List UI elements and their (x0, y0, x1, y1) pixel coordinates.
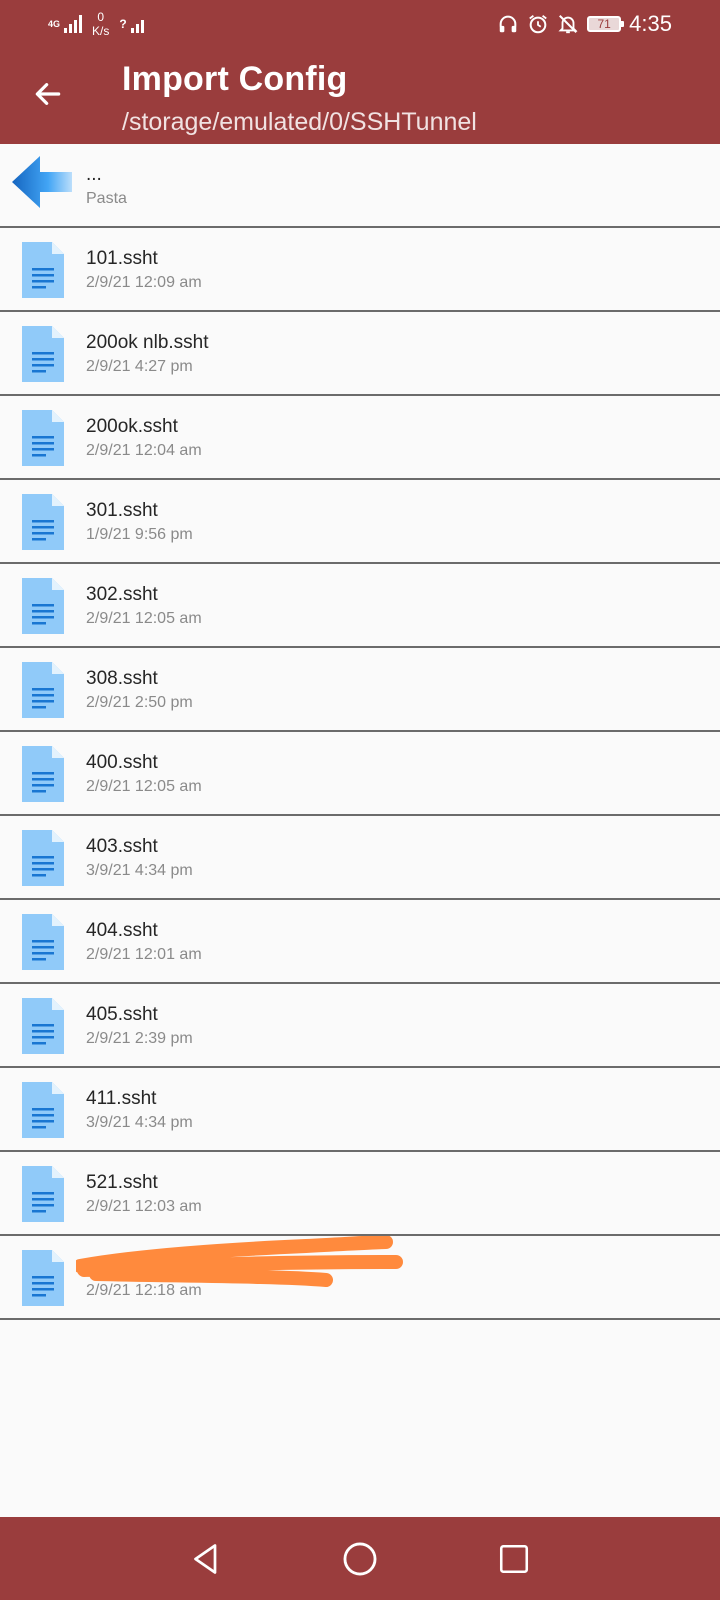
file-name: 200ok nlb.ssht (86, 332, 209, 353)
network-type-label: 4G (48, 18, 61, 29)
file-name: 403.ssht (86, 836, 158, 857)
parent-folder-item[interactable]: ... Pasta (0, 144, 720, 228)
status-bar: 4G 0 K/s ? 71 4:35 (0, 0, 720, 48)
file-date: 2/9/21 12:03 am (86, 1198, 202, 1215)
file-item[interactable]: 101.ssht 2/9/21 12:09 am (0, 228, 720, 312)
file-document-icon (22, 1166, 64, 1222)
file-document-icon (22, 662, 64, 718)
file-date: 3/9/21 4:34 pm (86, 1114, 193, 1131)
file-date: 2/9/21 2:39 pm (86, 1030, 193, 1047)
arrow-back-icon (35, 83, 61, 105)
file-item[interactable]: 400.ssht 2/9/21 12:05 am (0, 732, 720, 816)
file-date: 2/9/21 12:04 am (86, 442, 202, 459)
file-name: 404.ssht (86, 920, 158, 941)
file-item[interactable]: 405.ssht 2/9/21 2:39 pm (0, 984, 720, 1068)
speed-value: 0 (97, 10, 105, 24)
status-left: 4G 0 K/s ? (48, 8, 144, 40)
page-title: Import Config (122, 60, 348, 98)
file-date: 2/9/21 2:50 pm (86, 694, 193, 711)
file-document-icon (22, 410, 64, 466)
status-right: 71 4:35 (497, 10, 672, 38)
back-button[interactable] (24, 70, 72, 118)
file-item[interactable]: 301.ssht 1/9/21 9:56 pm (0, 480, 720, 564)
file-item[interactable]: 308.ssht 2/9/21 2:50 pm (0, 648, 720, 732)
parent-folder-detail: Pasta (86, 190, 127, 207)
file-date: 2/9/21 12:18 am (86, 1282, 202, 1299)
app-bar: Import Config /storage/emulated/0/SSHTun… (0, 48, 720, 144)
file-document-icon (22, 1082, 64, 1138)
navigation-bar (0, 1517, 720, 1600)
file-item[interactable]: 404.ssht 2/9/21 12:01 am (0, 900, 720, 984)
file-document-icon (22, 830, 64, 886)
file-name: 521.ssht (86, 1172, 158, 1193)
signal-sim2-icon (130, 15, 144, 33)
file-document-icon (22, 914, 64, 970)
file-document-icon (22, 494, 64, 550)
clock: 4:35 (629, 11, 672, 36)
file-document-icon (22, 326, 64, 382)
nav-back-button[interactable] (182, 1535, 230, 1583)
speed-unit: K/s (92, 24, 110, 38)
file-item[interactable]: 200ok nlb.ssht 2/9/21 4:27 pm (0, 312, 720, 396)
nav-recents-button[interactable] (490, 1535, 538, 1583)
file-date: 2/9/21 4:27 pm (86, 358, 193, 375)
network-speed: 0 K/s (92, 10, 109, 38)
file-date: 3/9/21 4:34 pm (86, 862, 193, 879)
file-name: 302.ssht (86, 584, 158, 605)
file-name: 405.ssht (86, 1004, 158, 1025)
file-item[interactable]: 411.ssht 3/9/21 4:34 pm (0, 1068, 720, 1152)
file-document-icon (22, 242, 64, 298)
file-item[interactable]: 403.ssht 3/9/21 4:34 pm (0, 816, 720, 900)
signal-icon (64, 15, 83, 33)
file-name: 301.ssht (86, 500, 158, 521)
file-date: 2/9/21 12:05 am (86, 610, 202, 627)
square-recents-icon (499, 1544, 529, 1574)
file-item[interactable]: 302.ssht 2/9/21 12:05 am (0, 564, 720, 648)
file-document-icon (22, 998, 64, 1054)
file-date: 2/9/21 12:01 am (86, 946, 202, 963)
file-date: 2/9/21 12:05 am (86, 778, 202, 795)
file-name: 308.ssht (86, 668, 158, 689)
current-path: /storage/emulated/0/SSHTunnel (122, 108, 477, 136)
folder-up-arrow-icon (12, 156, 72, 208)
nav-home-button[interactable] (336, 1535, 384, 1583)
triangle-back-icon (194, 1544, 217, 1574)
battery-icon: 71 (587, 16, 625, 32)
file-name: 411.ssht (86, 1088, 157, 1109)
file-date: 2/9/21 12:09 am (86, 274, 202, 291)
file-list: ... Pasta 101.ssht 2/9/21 12:09 am 200ok… (0, 144, 720, 1320)
file-date: 1/9/21 9:56 pm (86, 526, 193, 543)
file-name: 200ok.ssht (86, 416, 178, 437)
file-item[interactable]: 200ok.ssht 2/9/21 12:04 am (0, 396, 720, 480)
alarm-icon (529, 15, 547, 34)
file-name: 101.ssht (86, 248, 158, 269)
file-name: 400.ssht (86, 752, 158, 773)
file-item[interactable]: 521.ssht 2/9/21 12:03 am (0, 1152, 720, 1236)
headphones-icon (499, 15, 517, 33)
file-document-icon (22, 746, 64, 802)
circle-home-icon (343, 1542, 377, 1576)
file-document-icon (22, 578, 64, 634)
sim2-label: ? (119, 17, 127, 31)
file-document-icon (22, 1250, 64, 1306)
parent-folder-name: ... (86, 164, 102, 185)
file-item[interactable]: 2/9/21 12:18 am (0, 1236, 720, 1320)
bell-off-icon (558, 15, 578, 34)
